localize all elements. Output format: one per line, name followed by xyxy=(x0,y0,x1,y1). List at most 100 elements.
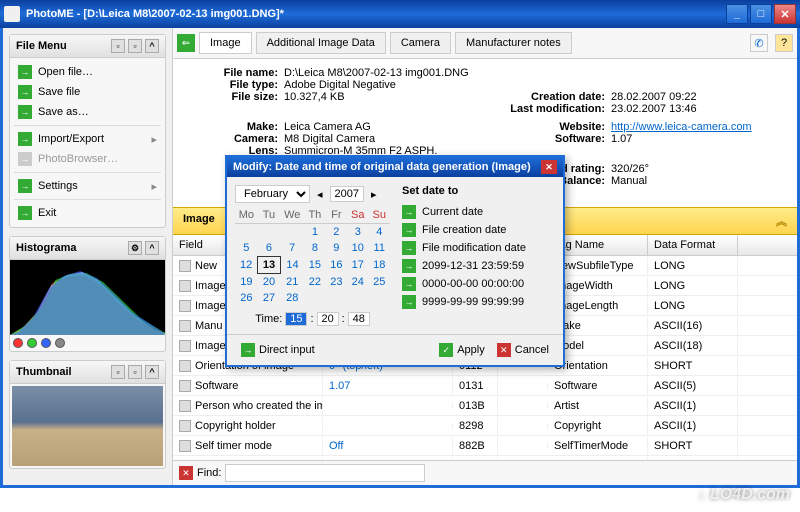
find-bar: ✕ Find: xyxy=(173,460,797,485)
minimize-button[interactable]: _ xyxy=(726,4,748,24)
thumbnail-panel: Thumbnail ▫▫^ xyxy=(9,360,166,469)
maximize-button[interactable]: □ xyxy=(750,4,772,24)
panel-tool-icon[interactable]: ▫ xyxy=(111,39,125,53)
setdate-item[interactable]: →2099-12-31 23:59:59 xyxy=(402,257,555,275)
calendar-day[interactable]: 23 xyxy=(326,274,347,291)
calendar-day[interactable] xyxy=(369,290,390,306)
calendar-day[interactable]: 25 xyxy=(369,274,390,291)
calendar-day[interactable]: 7 xyxy=(280,240,304,257)
table-row[interactable]: Self timer modeOff882BSelfTimerModeSHORT xyxy=(173,436,797,456)
calendar-day[interactable]: 24 xyxy=(347,274,368,291)
website-link[interactable]: http://www.leica-camera.com xyxy=(611,121,752,133)
file-menu-panel: File Menu ▫ ▫ ^ →Open file… →Save file →… xyxy=(9,34,166,228)
find-input[interactable] xyxy=(225,464,425,482)
setdate-item[interactable]: →0000-00-00 00:00:00 xyxy=(402,275,555,293)
calendar-day[interactable]: 18 xyxy=(369,257,390,274)
calendar-day[interactable]: 1 xyxy=(304,224,325,241)
calendar-day[interactable]: 20 xyxy=(258,274,281,291)
menu-exit[interactable]: →Exit xyxy=(14,203,161,223)
find-label: Find: xyxy=(197,467,221,479)
calendar-day[interactable]: 15 xyxy=(304,257,325,274)
help-icon[interactable]: ? xyxy=(775,34,793,52)
menu-import-export[interactable]: →Import/Export▸ xyxy=(14,129,161,149)
time-hour-input[interactable] xyxy=(285,312,307,326)
arrow-icon: → xyxy=(18,105,32,119)
window-title: PhotoME - [D:\Leica M8\2007-02-13 img001… xyxy=(26,8,724,20)
calendar-day[interactable]: 22 xyxy=(304,274,325,291)
calendar-day[interactable] xyxy=(258,224,281,241)
row-icon xyxy=(179,260,191,272)
setdate-item[interactable]: →File modification date xyxy=(402,239,555,257)
setdate-item[interactable]: →9999-99-99 99:99:99 xyxy=(402,293,555,311)
menu-save-as[interactable]: →Save as… xyxy=(14,102,161,122)
row-icon xyxy=(179,380,191,392)
dialog-title: Modify: Date and time of original data g… xyxy=(233,161,531,173)
nav-back-icon[interactable]: ⇐ xyxy=(177,34,195,52)
calendar-day[interactable]: 13 xyxy=(258,257,281,274)
calendar-day[interactable]: 9 xyxy=(326,240,347,257)
calendar-day[interactable]: 12 xyxy=(235,257,258,274)
calendar-day[interactable]: 28 xyxy=(280,290,304,306)
phone-icon[interactable]: ✆ xyxy=(750,34,768,52)
apply-button[interactable]: ✓Apply xyxy=(433,341,491,359)
calendar-day[interactable] xyxy=(280,224,304,241)
calendar-day[interactable]: 16 xyxy=(326,257,347,274)
tab-image[interactable]: Image xyxy=(199,32,252,54)
calendar-day[interactable]: 10 xyxy=(347,240,368,257)
calendar-day[interactable]: 8 xyxy=(304,240,325,257)
watermark: ↓ LO4D.com xyxy=(698,486,790,504)
month-select[interactable]: February xyxy=(235,185,310,203)
tab-bar: ⇐ Image Additional Image Data Camera Man… xyxy=(173,28,797,59)
panel-collapse-icon[interactable]: ^ xyxy=(145,365,159,379)
prev-year-icon[interactable]: ◂ xyxy=(314,188,326,201)
close-button[interactable]: ✕ xyxy=(774,4,796,24)
setdate-item[interactable]: →File creation date xyxy=(402,221,555,239)
calendar-day[interactable] xyxy=(304,290,325,306)
gear-icon[interactable]: ⚙ xyxy=(128,241,142,255)
calendar-day[interactable]: 6 xyxy=(258,240,281,257)
calendar-day[interactable]: 17 xyxy=(347,257,368,274)
calendar-day[interactable] xyxy=(326,290,347,306)
calendar-day[interactable]: 2 xyxy=(326,224,347,241)
direct-input-button[interactable]: →Direct input xyxy=(235,341,321,359)
app-icon xyxy=(4,6,20,22)
calendar-day[interactable]: 26 xyxy=(235,290,258,306)
histogram-gray-dot[interactable] xyxy=(55,338,65,348)
calendar-day[interactable]: 19 xyxy=(235,274,258,291)
calendar-day[interactable]: 14 xyxy=(280,257,304,274)
next-year-icon[interactable]: ▸ xyxy=(368,188,380,201)
find-close-icon[interactable]: ✕ xyxy=(179,466,193,480)
calendar-day[interactable]: 27 xyxy=(258,290,281,306)
calendar-day[interactable]: 21 xyxy=(280,274,304,291)
time-min-input[interactable] xyxy=(317,312,339,326)
panel-collapse-icon[interactable]: ^ xyxy=(145,39,159,53)
time-sec-input[interactable] xyxy=(348,312,370,326)
table-row[interactable]: Software1.070131SoftwareASCII(5) xyxy=(173,376,797,396)
panel-collapse-icon[interactable]: ^ xyxy=(145,241,159,255)
histogram-green-dot[interactable] xyxy=(27,338,37,348)
panel-tool-icon[interactable]: ▫ xyxy=(128,365,142,379)
menu-open-file[interactable]: →Open file… xyxy=(14,62,161,82)
calendar-day[interactable]: 3 xyxy=(347,224,368,241)
dialog-close-icon[interactable]: ✕ xyxy=(541,160,557,174)
calendar-day[interactable]: 5 xyxy=(235,240,258,257)
menu-settings[interactable]: →Settings▸ xyxy=(14,176,161,196)
row-icon xyxy=(179,320,191,332)
table-row[interactable]: Copyright holder8298CopyrightASCII(1) xyxy=(173,416,797,436)
tab-manufacturer[interactable]: Manufacturer notes xyxy=(455,32,572,54)
calendar-day[interactable]: 4 xyxy=(369,224,390,241)
table-row[interactable]: Person who created the image013BArtistAS… xyxy=(173,396,797,416)
calendar-day[interactable]: 11 xyxy=(369,240,390,257)
histogram-blue-dot[interactable] xyxy=(41,338,51,348)
calendar-day[interactable] xyxy=(235,224,258,241)
tab-additional[interactable]: Additional Image Data xyxy=(256,32,386,54)
menu-photobrowser: →PhotoBrowser… xyxy=(14,149,161,169)
menu-save-file[interactable]: →Save file xyxy=(14,82,161,102)
panel-tool-icon[interactable]: ▫ xyxy=(128,39,142,53)
calendar-day[interactable] xyxy=(347,290,368,306)
histogram-red-dot[interactable] xyxy=(13,338,23,348)
cancel-button[interactable]: ✕Cancel xyxy=(491,341,555,359)
tab-camera[interactable]: Camera xyxy=(390,32,451,54)
setdate-item[interactable]: →Current date xyxy=(402,203,555,221)
panel-tool-icon[interactable]: ▫ xyxy=(111,365,125,379)
